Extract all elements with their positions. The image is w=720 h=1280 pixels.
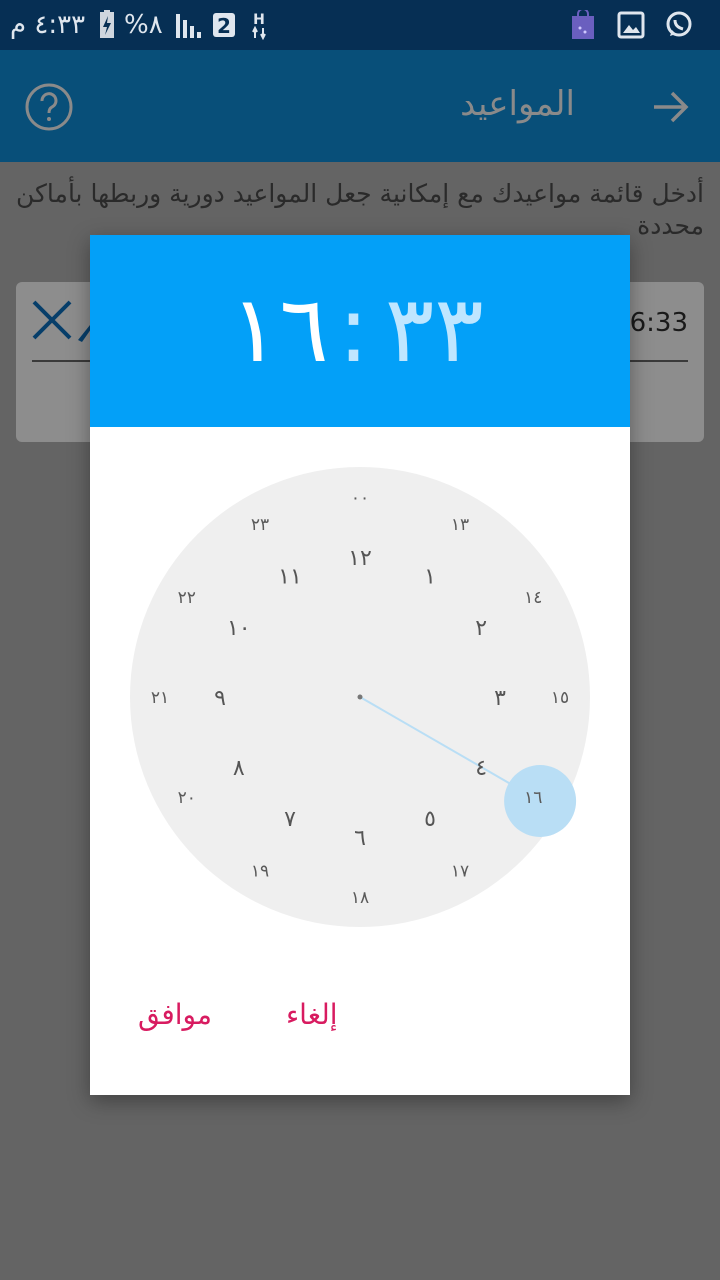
time-picker-dialog: ١٦ : ٣٣ ٠٠ ١٣ ١٤ ١٥ ١٦ ١٧ ١٨ ١٩ ٢٠ ٢١ ٢٢ ٢٣ ١٢ ١ ٢ ٣ ٤ ٥ ٦…: [90, 235, 630, 1095]
battery-charging-icon: [96, 10, 118, 40]
status-time: ٤:٣٣ م: [10, 10, 86, 40]
whatsapp-icon: [664, 10, 694, 40]
dialog-actions: موافق إلغاء: [90, 995, 630, 1055]
hour-label-outer[interactable]: ٢٢: [178, 588, 196, 608]
hour-label-inner[interactable]: ١١: [278, 565, 302, 590]
hour-label-inner[interactable]: ١: [424, 565, 436, 590]
hour-label-outer[interactable]: ٢١: [151, 688, 169, 708]
sim-2-icon: 2: [212, 10, 236, 40]
hour-label-inner[interactable]: ٦: [354, 826, 366, 851]
dial-center: [357, 694, 363, 700]
network-h-icon: H: [250, 10, 268, 41]
hour-label-outer[interactable]: ١٣: [451, 515, 469, 535]
hour-label-inner[interactable]: ١٢: [348, 546, 372, 571]
hour-label-inner[interactable]: ١٠: [227, 616, 251, 641]
arrow-right-icon[interactable]: [650, 86, 692, 132]
hour-label-outer[interactable]: ٢٣: [251, 515, 269, 535]
hour-label-inner[interactable]: ٤: [475, 756, 487, 781]
selected-minute[interactable]: ٣٣: [385, 275, 484, 385]
svg-text:H: H: [253, 12, 265, 28]
app-bar: المواعيد: [0, 50, 720, 162]
hour-label-outer[interactable]: ١٤: [524, 588, 542, 608]
hour-label-inner[interactable]: ٢: [475, 616, 487, 641]
hour-label-outer[interactable]: ٢٠: [178, 788, 196, 808]
hour-label-inner[interactable]: ٧: [284, 807, 296, 832]
clock-dial[interactable]: ٠٠١٣١٤١٥١٦١٧١٨١٩٢٠٢١٢٢٢٣١٢١٢٣٤٥٦٧٨٩١٠١١: [130, 467, 590, 927]
signal-icon: [174, 10, 204, 40]
hour-label-inner[interactable]: ٣: [494, 686, 506, 711]
page-description: أدخل قائمة مواعيدك مع إمكانية جعل المواع…: [16, 179, 704, 240]
store-bag-icon: [570, 8, 596, 40]
battery-percent: %٨: [124, 10, 163, 40]
time-separator: :: [338, 276, 369, 383]
ok-button[interactable]: موافق: [138, 995, 212, 1035]
gallery-icon: [616, 10, 646, 40]
cancel-button[interactable]: إلغاء: [286, 995, 338, 1035]
page-title: المواعيد: [460, 84, 575, 124]
time-picker-header: ١٦ : ٣٣: [90, 235, 630, 427]
hour-label-outer[interactable]: ١٩: [251, 861, 269, 881]
hour-label-inner[interactable]: ٥: [424, 807, 436, 832]
hour-label-outer[interactable]: ١٥: [551, 688, 569, 708]
hour-label-outer[interactable]: ١٨: [351, 888, 369, 908]
hour-label-inner[interactable]: ٨: [233, 756, 245, 781]
hour-label-inner[interactable]: ٩: [214, 686, 226, 711]
close-icon[interactable]: [30, 298, 74, 346]
hour-label-outer[interactable]: ١٦: [524, 788, 542, 808]
clock-dial-container[interactable]: ٠٠ ١٣ ١٤ ١٥ ١٦ ١٧ ١٨ ١٩ ٢٠ ٢١ ٢٢ ٢٣ ١٢ ١ ٢ ٣ ٤ ٥ ٦ ٧ ٨ ٩ ١٠ ١١: [130, 467, 590, 927]
hour-label-outer[interactable]: ٠٠: [351, 488, 369, 508]
hour-label-outer[interactable]: ١٧: [451, 861, 469, 881]
help-circle-icon[interactable]: [24, 82, 74, 136]
status-bar: ٤:٣٣ م %٨ 2 H: [0, 0, 720, 50]
selected-hour[interactable]: ١٦: [230, 275, 329, 385]
svg-text:2: 2: [217, 14, 231, 38]
